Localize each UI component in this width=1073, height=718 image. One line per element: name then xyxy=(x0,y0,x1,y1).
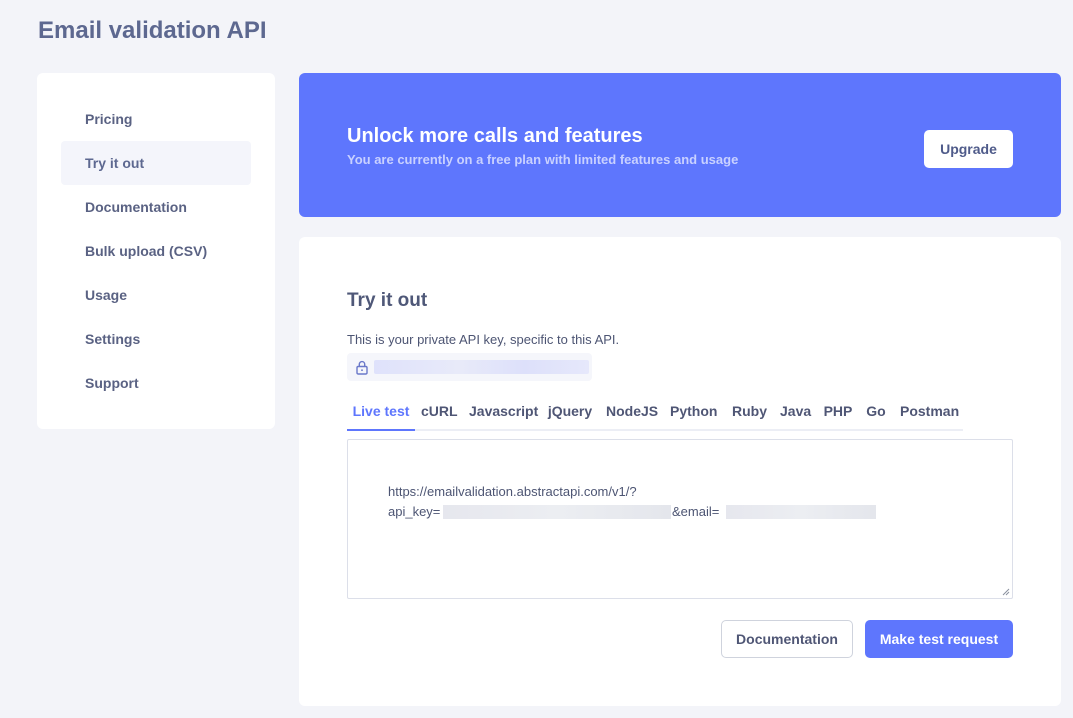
make-test-request-button[interactable]: Make test request xyxy=(865,620,1013,658)
upgrade-banner: Unlock more calls and features You are c… xyxy=(299,73,1061,217)
banner-subtitle: You are currently on a free plan with li… xyxy=(347,152,739,167)
sidebar-item-usage[interactable]: Usage xyxy=(61,273,251,317)
api-key-redacted xyxy=(374,360,589,374)
request-url-textarea[interactable]: https://emailvalidation.abstractapi.com/… xyxy=(347,439,1013,599)
lock-icon xyxy=(356,360,368,375)
email-param: &email= xyxy=(672,504,720,519)
tab-python[interactable]: Python xyxy=(670,399,717,431)
email-value-redacted xyxy=(726,505,876,519)
tab-go[interactable]: Go xyxy=(866,399,886,431)
api-key-value-redacted xyxy=(443,505,671,519)
sidebar-item-try-it-out[interactable]: Try it out xyxy=(61,141,251,185)
section-title: Try it out xyxy=(347,290,428,311)
request-url-line: https://emailvalidation.abstractapi.com/… xyxy=(388,484,637,499)
tab-java[interactable]: Java xyxy=(780,399,811,431)
tab-jquery[interactable]: jQuery xyxy=(547,399,593,431)
sidebar-item-settings[interactable]: Settings xyxy=(61,317,251,361)
sidebar-item-support[interactable]: Support xyxy=(61,361,251,405)
api-key-param: api_key= xyxy=(388,504,441,519)
tab-postman[interactable]: Postman xyxy=(900,399,959,431)
request-url-params: api_key= xyxy=(388,504,440,519)
tab-curl[interactable]: cURL xyxy=(421,399,458,431)
tab-ruby[interactable]: Ruby xyxy=(732,399,767,431)
upgrade-button[interactable]: Upgrade xyxy=(924,130,1013,168)
try-it-out-card: Try it out This is your private API key,… xyxy=(299,237,1061,706)
sidebar-item-documentation[interactable]: Documentation xyxy=(61,185,251,229)
sidebar: Pricing Try it out Documentation Bulk up… xyxy=(37,73,275,429)
tab-live-test[interactable]: Live test xyxy=(347,399,415,431)
resize-handle-icon[interactable] xyxy=(1002,588,1010,596)
api-key-field[interactable] xyxy=(347,353,592,381)
tab-javascript[interactable]: Javascript xyxy=(469,399,538,431)
sidebar-item-pricing[interactable]: Pricing xyxy=(61,97,251,141)
language-tabs: Live test cURL Javascript jQuery NodeJS … xyxy=(347,399,963,431)
tab-php[interactable]: PHP xyxy=(823,399,853,431)
tab-nodejs[interactable]: NodeJS xyxy=(606,399,658,431)
page-title: Email validation API xyxy=(38,17,267,44)
documentation-button[interactable]: Documentation xyxy=(721,620,853,658)
banner-title: Unlock more calls and features xyxy=(347,125,643,147)
api-key-description: This is your private API key, specific t… xyxy=(347,332,620,347)
sidebar-item-bulk-upload[interactable]: Bulk upload (CSV) xyxy=(61,229,251,273)
